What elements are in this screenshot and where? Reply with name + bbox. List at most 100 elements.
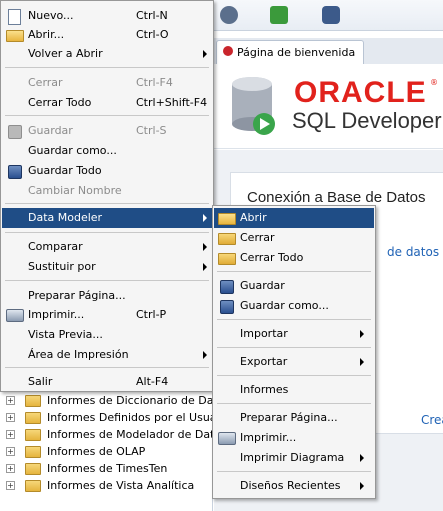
menu-item-label: Imprimir... <box>28 308 85 321</box>
expand-icon[interactable]: + <box>6 447 15 456</box>
reports-tree: + Informes de Diccionario de Datos + Infor… <box>0 390 231 511</box>
save-all-icon <box>8 165 22 179</box>
menu-item-label: Guardar <box>28 124 73 137</box>
expand-icon[interactable]: + <box>6 396 15 405</box>
menu-item-close-all[interactable]: Cerrar Todo Ctrl+Shift-F4 <box>2 93 212 113</box>
tree-item-label: Informes de Modelador de Datos <box>47 428 227 441</box>
menu-shortcut: Alt-F4 <box>136 375 169 388</box>
expand-icon[interactable]: + <box>6 481 15 490</box>
submenu-item-page-setup[interactable]: Preparar Página... <box>214 408 374 428</box>
close-icon[interactable] <box>223 46 233 56</box>
menu-separator <box>217 471 371 472</box>
tree-item-label: Informes Definidos por el Usuario <box>47 411 231 424</box>
menu-separator <box>217 319 371 320</box>
expand-icon[interactable]: + <box>6 464 15 473</box>
menu-shortcut: Ctrl-N <box>136 9 168 22</box>
tree-item[interactable]: + Informes de Vista Analítica <box>6 477 194 494</box>
menu-item-replace-with[interactable]: Sustituir por <box>2 257 212 277</box>
sql-worksheet-icon[interactable] <box>270 6 288 24</box>
folder-icon <box>25 462 41 475</box>
tree-item[interactable]: + Informes Definidos por el Usuario <box>6 409 231 426</box>
menu-item-label: Cerrar Todo <box>240 251 304 264</box>
menu-item-print-area[interactable]: Área de Impresión <box>2 345 212 365</box>
menu-item-reopen[interactable]: Volver a Abrir <box>2 44 212 64</box>
menu-item-close[interactable]: Cerrar Ctrl-F4 <box>2 73 212 93</box>
printer-icon <box>218 432 236 445</box>
folder-icon <box>218 233 236 245</box>
menu-item-save-all[interactable]: Guardar Todo <box>2 161 212 181</box>
submenu-arrow-icon <box>203 263 207 271</box>
menu-item-label: Cerrar <box>28 76 63 89</box>
save-icon <box>220 280 234 294</box>
menu-item-label: Imprimir... <box>240 431 297 444</box>
tree-item[interactable]: + Informes de OLAP <box>6 443 145 460</box>
submenu-item-import[interactable]: Importar <box>214 324 374 344</box>
editor-tabstrip: Página de bienvenida <box>214 38 443 65</box>
menu-separator <box>217 347 371 348</box>
menu-item-compare[interactable]: Comparar <box>2 237 212 257</box>
menu-separator <box>217 375 371 376</box>
menu-shortcut: Ctrl-P <box>136 308 167 321</box>
submenu-item-recent-designs[interactable]: Diseños Recientes <box>214 476 374 496</box>
folder-icon <box>25 445 41 458</box>
tree-item[interactable]: + Informes de Modelador de Datos <box>6 426 227 443</box>
menu-item-exit[interactable]: Salir Alt-F4 <box>2 372 212 392</box>
submenu-arrow-icon <box>203 50 207 58</box>
submenu-item-reports[interactable]: Informes <box>214 380 374 400</box>
save-icon <box>8 125 22 139</box>
tab-welcome-label: Página de bienvenida <box>237 46 356 59</box>
save-as-icon <box>220 300 234 314</box>
submenu-arrow-icon <box>360 358 364 366</box>
submenu-item-save-as[interactable]: Guardar como... <box>214 296 374 316</box>
menu-item-label: Cerrar <box>240 231 275 244</box>
submenu-item-export[interactable]: Exportar <box>214 352 374 372</box>
menu-item-rename[interactable]: Cambiar Nombre <box>2 181 212 201</box>
registered-mark: ® <box>430 78 438 87</box>
menu-item-label: Comparar <box>28 240 83 253</box>
product-name: SQL Developer <box>292 108 442 133</box>
data-modeler-submenu: Abrir Cerrar Cerrar Todo Guardar Guardar… <box>212 205 376 499</box>
submenu-item-close[interactable]: Cerrar <box>214 228 374 248</box>
submenu-item-print-diagram[interactable]: Imprimir Diagrama <box>214 448 374 468</box>
menu-item-label: Abrir <box>240 211 267 224</box>
menu-separator <box>5 115 209 116</box>
menu-item-print[interactable]: Imprimir... Ctrl-P <box>2 305 212 325</box>
menu-item-data-modeler[interactable]: Data Modeler <box>2 208 212 228</box>
panel-title: Conexión a Base de Datos <box>247 189 426 206</box>
database-link[interactable]: de datos det <box>387 245 443 259</box>
submenu-item-close-all[interactable]: Cerrar Todo <box>214 248 374 268</box>
menu-item-page-setup[interactable]: Preparar Página... <box>2 286 212 306</box>
menu-item-save[interactable]: Guardar Ctrl-S <box>2 121 212 141</box>
menu-item-label: Guardar como... <box>28 144 117 157</box>
menu-item-label: Data Modeler <box>28 211 103 224</box>
menu-item-new[interactable]: Nuevo... Ctrl-N <box>2 6 212 26</box>
submenu-item-save[interactable]: Guardar <box>214 276 374 296</box>
submenu-arrow-icon <box>203 351 207 359</box>
expand-icon[interactable]: + <box>6 413 15 422</box>
binoculars-icon[interactable] <box>322 6 340 24</box>
submenu-item-print[interactable]: Imprimir... <box>214 428 374 448</box>
menu-separator <box>5 367 209 368</box>
new-icon <box>8 9 21 25</box>
submenu-arrow-icon <box>360 454 364 462</box>
expand-icon[interactable]: + <box>6 430 15 439</box>
menu-item-label: Nuevo... <box>28 9 74 22</box>
menu-item-label: Guardar como... <box>240 299 329 312</box>
menu-item-label: Importar <box>240 327 288 340</box>
forward-icon[interactable] <box>220 6 238 24</box>
folder-icon <box>218 253 236 265</box>
menu-separator <box>5 232 209 233</box>
submenu-arrow-icon <box>360 482 364 490</box>
menu-item-save-as[interactable]: Guardar como... <box>2 141 212 161</box>
menu-separator <box>5 203 209 204</box>
submenu-item-open[interactable]: Abrir <box>214 208 374 228</box>
tree-item[interactable]: + Informes de TimesTen <box>6 460 167 477</box>
tree-item-label: Informes de OLAP <box>47 445 146 458</box>
tab-welcome[interactable]: Página de bienvenida <box>216 40 364 65</box>
tree-item[interactable]: + Informes de Diccionario de Datos <box>6 392 230 409</box>
menu-item-print-preview[interactable]: Vista Previa... <box>2 325 212 345</box>
menu-item-label: Preparar Página... <box>240 411 338 424</box>
submenu-arrow-icon <box>360 330 364 338</box>
menu-item-open[interactable]: Abrir... Ctrl-O <box>2 25 212 45</box>
create-link[interactable]: Crear u <box>421 413 443 427</box>
